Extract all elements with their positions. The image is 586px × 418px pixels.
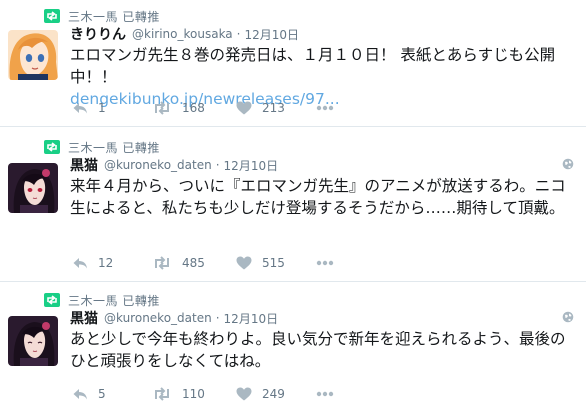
retweet-context-icon	[44, 140, 60, 154]
reply-icon	[73, 389, 87, 400]
reply-action[interactable]: 1	[72, 101, 152, 115]
tweet-3[interactable]: 三木一馬 已轉推 黒猫 @kuroneko_daten · 12月10日 あと少…	[0, 282, 586, 418]
avatar[interactable]	[8, 30, 58, 80]
more-dots-icon	[316, 260, 334, 266]
retweet-icon	[155, 101, 169, 115]
like-action[interactable]: 249	[236, 387, 316, 401]
timestamp[interactable]: 12月10日	[245, 26, 300, 43]
retweet-count: 485	[182, 256, 205, 270]
retweeted-by-label[interactable]: 三木一馬 已轉推	[68, 139, 160, 156]
retweet-action[interactable]: 110	[152, 387, 236, 401]
more-options-action[interactable]	[316, 105, 334, 111]
reply-count: 5	[98, 387, 106, 401]
globe-icon	[562, 158, 574, 170]
tweet-header: きりりん @kirino_kousaka · 12月10日	[70, 24, 300, 44]
retweet-count: 168	[182, 101, 205, 115]
tweet-header: 黒猫 @kuroneko_daten · 12月10日	[70, 155, 279, 175]
retweeted-by-label[interactable]: 三木一馬 已轉推	[68, 8, 160, 25]
timestamp[interactable]: 12月10日	[224, 157, 279, 174]
display-name[interactable]: 黒猫	[70, 308, 98, 328]
tweet-actions: 12 485 515	[72, 255, 334, 271]
like-action[interactable]: 213	[236, 101, 316, 115]
heart-icon	[236, 101, 252, 115]
tweet-1[interactable]: 三木一馬 已轉推 きりりん @kirino_kousaka · 12月10日 エ…	[0, 0, 586, 127]
globe-icon	[562, 311, 574, 323]
like-action[interactable]: 515	[236, 256, 316, 270]
anime-girl-black-hair-avatar	[8, 163, 58, 213]
more-dots-icon	[316, 391, 334, 397]
retweet-icon	[155, 256, 169, 270]
retweet-action[interactable]: 168	[152, 101, 236, 115]
reply-count: 12	[98, 256, 114, 270]
tweet-actions: 5 110 249	[72, 386, 334, 402]
separator-dot: ·	[215, 311, 220, 325]
more-options-action[interactable]	[316, 260, 334, 266]
heart-icon	[236, 387, 252, 401]
display-name[interactable]: 黒猫	[70, 155, 98, 175]
avatar[interactable]	[8, 163, 58, 213]
tweet-actions: 1 168 213	[72, 100, 334, 116]
display-name[interactable]: きりりん	[70, 24, 126, 44]
username[interactable]: @kirino_kousaka	[132, 27, 233, 41]
retweeted-by-label[interactable]: 三木一馬 已轉推	[68, 292, 160, 309]
tweet-header: 黒猫 @kuroneko_daten · 12月10日	[70, 308, 279, 328]
like-count: 213	[262, 101, 285, 115]
tweet-2[interactable]: 三木一馬 已轉推 黒猫 @kuroneko_daten · 12月10日 来年４…	[0, 127, 586, 282]
retweet-context: 三木一馬 已轉推	[44, 8, 160, 24]
like-count: 249	[262, 387, 285, 401]
retweet-context: 三木一馬 已轉推	[44, 292, 160, 308]
retweet-action[interactable]: 485	[152, 256, 236, 270]
reply-count: 1	[98, 101, 106, 115]
avatar[interactable]	[8, 316, 58, 366]
reply-action[interactable]: 5	[72, 387, 152, 401]
username[interactable]: @kuroneko_daten	[104, 311, 212, 325]
more-dots-icon	[316, 105, 334, 111]
like-count: 515	[262, 256, 285, 270]
anime-girl-black-hair-avatar	[8, 316, 58, 366]
anime-girl-orange-hair-avatar	[8, 30, 58, 80]
reply-icon	[73, 258, 87, 269]
tweet-text: あと少しで今年も終わりよ。良い気分で新年を迎えられるよう、最後のひと頑張りをしな…	[70, 328, 574, 372]
heart-icon	[236, 256, 252, 270]
tweet-text-content: エロマンガ先生８巻の発売日は、１月１０日！ 表紙とあらすじも公開中！！	[70, 46, 556, 86]
reply-action[interactable]: 12	[72, 256, 152, 270]
separator-dot: ·	[236, 27, 241, 41]
retweet-context-icon	[44, 9, 60, 23]
separator-dot: ·	[215, 158, 220, 172]
tweet-text: 来年４月から、ついに『エロマンガ先生』のアニメが放送するわ。ニコ生によると、私た…	[70, 175, 574, 219]
tweet-text-content: あと少しで今年も終わりよ。良い気分で新年を迎えられるよう、最後のひと頑張りをしな…	[70, 330, 566, 370]
tweet-text-content: 来年４月から、ついに『エロマンガ先生』のアニメが放送するわ。ニコ生によると、私た…	[70, 177, 566, 217]
reply-icon	[73, 103, 87, 114]
retweet-context-icon	[44, 293, 60, 307]
retweet-icon	[155, 387, 169, 401]
timestamp[interactable]: 12月10日	[224, 310, 279, 327]
username[interactable]: @kuroneko_daten	[104, 158, 212, 172]
retweet-count: 110	[182, 387, 205, 401]
more-options-action[interactable]	[316, 391, 334, 397]
retweet-context: 三木一馬 已轉推	[44, 139, 160, 155]
